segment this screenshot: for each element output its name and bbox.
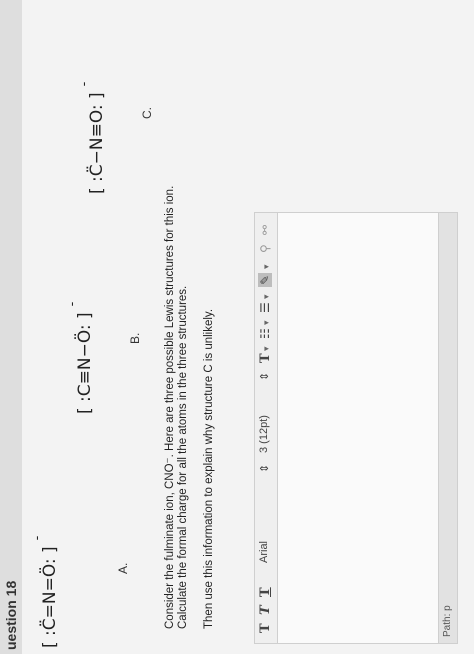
font-family-select[interactable]: Arial: [258, 541, 270, 563]
lewis-structure-a: [ :C̈=N=Ö: ] -: [30, 536, 60, 648]
bullet-list-dropdown-icon[interactable]: ▾: [261, 320, 272, 325]
question-content: [ :C̈=N=Ö: ] - A. [ :C≡N−Ö: ] - B. [ :C̈−N…: [22, 0, 474, 654]
font-size-select[interactable]: 3 (12pt): [258, 415, 270, 453]
bold-button[interactable]: T: [258, 623, 273, 633]
underline-button[interactable]: T: [258, 587, 273, 597]
font-family-arrow-icon[interactable]: ⇕: [258, 464, 271, 473]
italic-button[interactable]: T: [258, 605, 273, 615]
lewis-charge-c: -: [77, 81, 92, 87]
lewis-formula-a: [ :C̈=N=Ö: ]: [40, 546, 60, 648]
structure-label-a: A.: [116, 562, 130, 574]
editor-path-bar: Path: p: [438, 212, 458, 644]
structure-label-c: C.: [140, 107, 154, 119]
prompt-line-2: Calculate the formal charge for all the …: [177, 285, 189, 629]
bullet-list-icon[interactable]: ☷: [258, 328, 272, 339]
path-label: Path: p: [442, 605, 453, 637]
text-color-button[interactable]: T: [258, 353, 273, 363]
highlight-icon[interactable]: ✎: [258, 272, 272, 287]
lewis-formula-b: [ :C≡N−Ö: ]: [75, 312, 95, 414]
question-page: uestion 18 [ :C̈=N=Ö: ] - A. [ :C≡N−Ö: ] -…: [0, 0, 474, 654]
prompt-line-1: Consider the fulminate ion, CNO⁻. Here a…: [164, 185, 176, 629]
numbered-list-dropdown-icon[interactable]: ▾: [261, 294, 272, 299]
unlink-icon[interactable]: ⚯: [258, 225, 272, 235]
question-title: uestion 18: [3, 580, 19, 650]
link-icon[interactable]: ⚲: [258, 244, 272, 253]
lewis-charge-b: -: [65, 301, 80, 307]
font-size-arrow-icon[interactable]: ⇕: [258, 372, 271, 381]
prompt-line-3: Then use this information to explain why…: [203, 308, 215, 629]
lewis-formula-c: [ :C̈−N≡O: ]: [87, 92, 107, 194]
numbered-list-icon[interactable]: ☰: [258, 302, 272, 313]
lewis-structure-c: [ :C̈−N≡O: ] -: [77, 82, 107, 194]
editor-toolbar: T T T Arial ⇕ 3 (12pt) ⇕ T ▾ ☷ ▾ ☰ ▾ ✎ ▾…: [254, 212, 277, 644]
structure-label-b: B.: [128, 332, 142, 344]
lewis-charge-a: -: [30, 535, 45, 541]
highlight-dropdown-icon[interactable]: ▾: [261, 264, 272, 269]
question-header: uestion 18: [0, 0, 23, 654]
text-color-dropdown-icon[interactable]: ▾: [261, 346, 272, 351]
lewis-structure-b: [ :C≡N−Ö: ] -: [65, 302, 95, 414]
answer-editor[interactable]: [277, 212, 439, 644]
